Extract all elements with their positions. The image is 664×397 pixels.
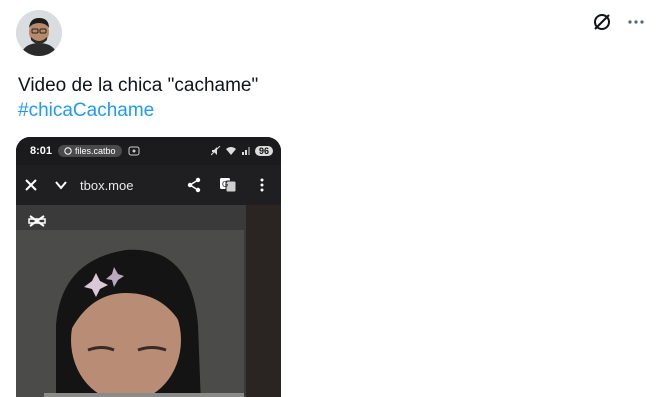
phone-status-bar: 8:01 files.catbo 96: [16, 137, 281, 165]
screen-record-icon: [128, 146, 140, 156]
status-pill-url: files.catbo: [75, 146, 116, 156]
avatar-image: [16, 10, 62, 56]
browser-toolbar: tbox.moe G: [16, 165, 281, 205]
globe-icon: [64, 147, 72, 155]
share-icon[interactable]: [179, 177, 209, 193]
tweet-actions: [590, 10, 648, 34]
status-indicators: 96: [210, 146, 273, 156]
status-url-pill: files.catbo: [58, 145, 122, 157]
browser-url: tbox.moe: [80, 177, 134, 193]
signal-icon: [241, 147, 250, 155]
tweet-text: Video de la chica "cachame": [18, 75, 259, 96]
chevron-down-icon[interactable]: [46, 178, 76, 192]
slash-circle-icon[interactable]: [590, 10, 614, 34]
kebab-menu-icon[interactable]: [247, 177, 277, 193]
capcut-icon: [28, 213, 46, 234]
tweet-media[interactable]: 8:01 files.catbo 96 tbox.moe G: [16, 137, 281, 397]
video-frame: [16, 205, 281, 397]
mute-icon: [210, 146, 221, 156]
wifi-icon: [225, 147, 236, 155]
status-time: 8:01: [30, 145, 53, 157]
translate-icon[interactable]: G: [213, 177, 243, 193]
battery-level: 96: [254, 146, 273, 156]
svg-text:G: G: [222, 180, 228, 189]
avatar[interactable]: [16, 10, 62, 56]
browser-actions: G: [179, 177, 277, 193]
more-dots-icon[interactable]: [624, 10, 648, 34]
close-icon[interactable]: [16, 178, 46, 192]
hashtag-link[interactable]: #chicaCachame: [18, 98, 258, 123]
tweet-body: Video de la chica "cachame" #chicaCacham…: [18, 73, 258, 123]
